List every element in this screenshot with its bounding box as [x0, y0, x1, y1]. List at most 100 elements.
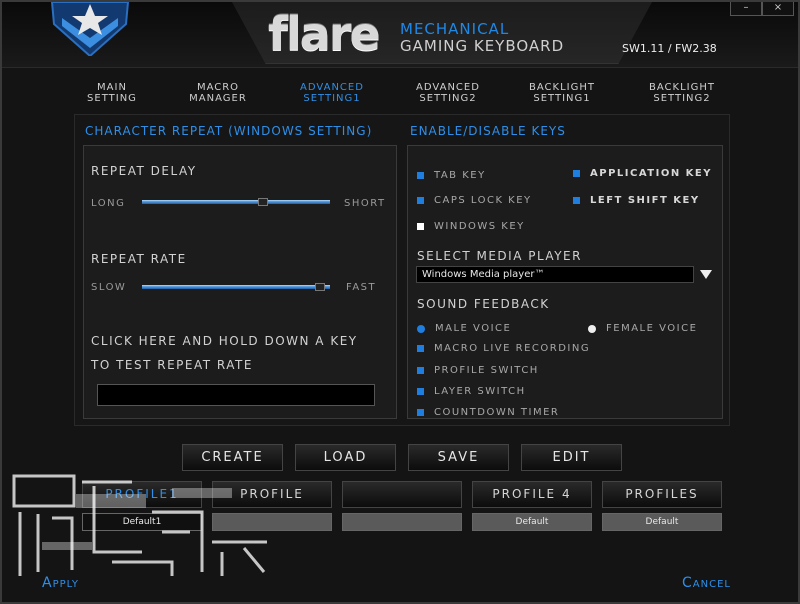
repeat-delay-slider-handle[interactable] — [258, 198, 268, 206]
repeat-delay-min-label: LONG — [91, 198, 126, 209]
header: flare MECHANICAL GAMING KEYBOARD SW1.11 … — [2, 2, 798, 68]
female-voice-option[interactable]: FEMALE VOICE — [588, 323, 697, 334]
tab-backlight-setting2[interactable]: BACKLIGHT SETTING2 — [632, 82, 732, 104]
repeat-rate-max-label: FAST — [346, 282, 377, 293]
profile-4-button[interactable]: PROFILE 4 — [472, 481, 592, 508]
settings-panel: CHARACTER REPEAT (WINDOWS SETTING) ENABL… — [74, 114, 730, 426]
close-button[interactable]: × — [762, 2, 794, 16]
tab-advanced-setting1[interactable]: ADVANCED SETTING1 — [282, 82, 382, 104]
left-shift-key-option[interactable]: LEFT SHIFT KEY — [573, 195, 700, 206]
application-key-option[interactable]: APPLICATION KEY — [573, 168, 712, 179]
edit-button[interactable]: EDIT — [521, 444, 622, 471]
application-key-checkbox[interactable] — [573, 170, 580, 177]
profile-3-button[interactable] — [342, 481, 462, 508]
cancel-button[interactable]: Cancel — [682, 575, 731, 591]
version-label: SW1.11 / FW2.38 — [622, 42, 717, 55]
close-icon: × — [773, 2, 783, 13]
shield-logo-icon — [50, 2, 130, 56]
profile-2-button[interactable]: PROFILE — [212, 481, 332, 508]
tab-label-line2: SETTING2 — [653, 93, 711, 104]
macro-live-recording-label: MACRO LIVE RECORDING — [434, 343, 591, 354]
tab-label-line1: ADVANCED — [416, 82, 480, 93]
profile-1-name: Default1 — [82, 513, 202, 531]
brand-subtitle-top: MECHANICAL — [400, 20, 510, 38]
tab-key-option[interactable]: TAB KEY — [417, 170, 486, 181]
windows-key-label: WINDOWS KEY — [434, 221, 525, 232]
test-instruction-line1: CLICK HERE AND HOLD DOWN A KEY — [91, 334, 358, 348]
tab-label-line1: ADVANCED — [300, 82, 364, 93]
save-button[interactable]: SAVE — [408, 444, 509, 471]
countdown-timer-label: COUNTDOWN TIMER — [434, 407, 560, 418]
repeat-rate-label: REPEAT RATE — [91, 252, 187, 266]
repeat-rate-test-input[interactable] — [97, 384, 375, 406]
layer-switch-label: LAYER SWITCH — [434, 386, 526, 397]
layer-switch-option[interactable]: LAYER SWITCH — [417, 386, 526, 397]
repeat-rate-slider[interactable] — [142, 283, 330, 291]
profile-1-button[interactable]: PROFILE1 — [82, 481, 202, 508]
tab-backlight-setting1[interactable]: BACKLIGHT SETTING1 — [512, 82, 612, 104]
windows-key-checkbox[interactable] — [417, 223, 424, 230]
tab-key-checkbox[interactable] — [417, 172, 424, 179]
female-voice-label: FEMALE VOICE — [606, 323, 698, 334]
tab-label-line1: MAIN — [97, 82, 127, 93]
countdown-timer-option[interactable]: COUNTDOWN TIMER — [417, 407, 559, 418]
tab-bar: MAIN SETTING MACRO MANAGER ADVANCED SETT… — [72, 82, 752, 106]
media-player-select[interactable]: Windows Media player™ — [416, 266, 694, 283]
tab-main-setting[interactable]: MAIN SETTING — [62, 82, 162, 104]
male-voice-label: MALE VOICE — [435, 323, 512, 334]
caps-lock-key-checkbox[interactable] — [417, 197, 424, 204]
tab-label-line2: MANAGER — [189, 93, 247, 104]
brand-subtitle-bottom: GAMING KEYBOARD — [400, 37, 565, 55]
keys-and-sound-box: TAB KEY APPLICATION KEY CAPS LOCK KEY LE… — [407, 145, 723, 419]
brand-logo-text: flare — [268, 7, 381, 61]
left-shift-key-label: LEFT SHIFT KEY — [590, 195, 700, 206]
profile-switch-label: PROFILE SWITCH — [434, 365, 539, 376]
tab-advanced-setting2[interactable]: ADVANCED SETTING2 — [398, 82, 498, 104]
repeat-rate-min-label: SLOW — [91, 282, 127, 293]
tab-label-line2: SETTING1 — [303, 93, 361, 104]
tab-label-line1: BACKLIGHT — [649, 82, 715, 93]
sound-feedback-label: SOUND FEEDBACK — [417, 297, 550, 311]
tab-label-line1: MACRO — [196, 82, 240, 93]
macro-live-recording-option[interactable]: MACRO LIVE RECORDING — [417, 343, 590, 354]
female-voice-radio[interactable] — [588, 324, 596, 333]
caps-lock-key-label: CAPS LOCK KEY — [434, 195, 532, 206]
tab-key-label: TAB KEY — [434, 170, 486, 181]
tab-label-line2: SETTING2 — [419, 93, 477, 104]
profile-3-name — [342, 513, 462, 531]
repeat-rate-slider-handle[interactable] — [315, 283, 325, 291]
repeat-delay-label: REPEAT DELAY — [91, 164, 197, 178]
profile-switch-checkbox[interactable] — [417, 367, 424, 374]
repeat-delay-max-label: SHORT — [344, 198, 386, 209]
create-button[interactable]: CREATE — [182, 444, 283, 471]
application-key-label: APPLICATION KEY — [590, 168, 713, 179]
tab-label-line2: SETTING — [87, 93, 137, 104]
caps-lock-key-option[interactable]: CAPS LOCK KEY — [417, 195, 532, 206]
app-window: flare MECHANICAL GAMING KEYBOARD SW1.11 … — [0, 0, 800, 604]
tab-label-line1: BACKLIGHT — [529, 82, 595, 93]
layer-switch-checkbox[interactable] — [417, 388, 424, 395]
window-controls: – × — [730, 2, 794, 16]
profile-switch-option[interactable]: PROFILE SWITCH — [417, 365, 539, 376]
dropdown-arrow-icon[interactable] — [700, 270, 712, 279]
macro-live-recording-checkbox[interactable] — [417, 345, 424, 352]
character-repeat-title: CHARACTER REPEAT (WINDOWS SETTING) — [85, 124, 373, 138]
repeat-delay-slider[interactable] — [142, 198, 330, 206]
tab-label-line2: SETTING1 — [533, 93, 591, 104]
profile-5-button[interactable]: PROFILES — [602, 481, 722, 508]
windows-key-option[interactable]: WINDOWS KEY — [417, 221, 525, 232]
load-button[interactable]: LOAD — [295, 444, 396, 471]
apply-button[interactable]: Apply — [42, 575, 79, 591]
select-media-player-label: SELECT MEDIA PLAYER — [417, 249, 582, 263]
character-repeat-box: REPEAT DELAY LONG SHORT REPEAT RATE SLOW… — [83, 145, 397, 419]
enable-disable-keys-title: ENABLE/DISABLE KEYS — [410, 124, 566, 138]
male-voice-radio[interactable] — [417, 324, 425, 333]
minimize-icon: – — [743, 2, 749, 13]
profile-2-name — [212, 513, 332, 531]
left-shift-key-checkbox[interactable] — [573, 197, 580, 204]
minimize-button[interactable]: – — [730, 2, 762, 16]
profile-4-name: Default — [472, 513, 592, 531]
countdown-timer-checkbox[interactable] — [417, 409, 424, 416]
tab-macro-manager[interactable]: MACRO MANAGER — [168, 82, 268, 104]
male-voice-option[interactable]: MALE VOICE — [417, 323, 511, 334]
